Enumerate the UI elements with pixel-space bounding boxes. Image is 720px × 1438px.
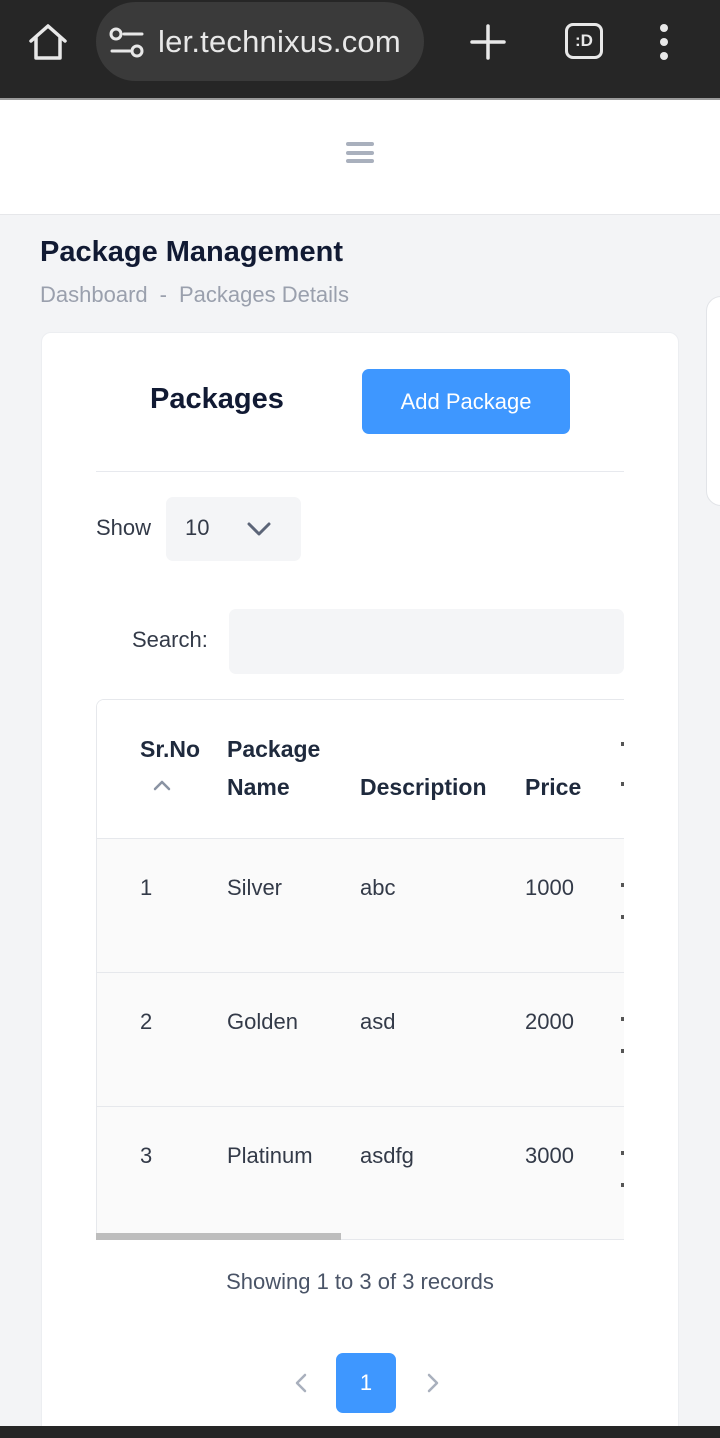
cell-package-name: Platinum xyxy=(227,1143,313,1168)
show-label: Show xyxy=(96,515,152,540)
cell-price: 3000 xyxy=(525,1143,574,1168)
breadcrumb-current: Packages Details xyxy=(178,282,349,307)
pagination-page-1[interactable]: 1 xyxy=(336,1353,396,1413)
column-header-price[interactable]: Price xyxy=(525,768,581,806)
cell-srno: 2 xyxy=(140,1009,153,1034)
table-row[interactable]: 3 Platinum asdfg 3000 xyxy=(97,1107,624,1239)
page-length-select[interactable]: 10 xyxy=(166,497,301,561)
card-title: Packages xyxy=(150,383,284,415)
table-row[interactable]: 1 Silver abc 1000 xyxy=(97,839,624,973)
cell-srno: 3 xyxy=(140,1143,153,1168)
search-input[interactable] xyxy=(229,609,624,674)
column-header-srno-label: Sr.No xyxy=(140,736,201,762)
packages-table: Sr.No Package Name Description Price 1 S… xyxy=(96,699,624,1240)
column-header-package-name[interactable]: Package Name xyxy=(227,730,320,806)
breadcrumb-separator: - xyxy=(159,282,167,307)
clipped-column-fragment xyxy=(621,782,624,786)
add-package-button[interactable]: Add Package xyxy=(362,369,570,434)
cell-price: 2000 xyxy=(525,1009,574,1034)
clipped-column-fragment xyxy=(621,1183,624,1187)
breadcrumb: Dashboard - Packages Details xyxy=(40,282,349,308)
clipped-column-fragment xyxy=(621,1017,624,1021)
side-panel-edge[interactable] xyxy=(706,296,720,506)
clipped-column-fragment xyxy=(621,883,624,887)
tune-icon[interactable] xyxy=(108,26,146,60)
records-info: Showing 1 to 3 of 3 records xyxy=(226,1269,494,1294)
chevron-right-icon[interactable] xyxy=(420,1353,446,1413)
cell-package-name: Golden xyxy=(227,1009,298,1034)
cell-srno: 1 xyxy=(140,875,153,900)
browser-toolbar: ler.technixus.com :D xyxy=(0,0,720,98)
page-length-value: 10 xyxy=(185,515,210,540)
more-vert-icon[interactable] xyxy=(652,22,676,62)
search-label: Search: xyxy=(132,627,208,652)
address-bar[interactable]: ler.technixus.com xyxy=(96,2,424,81)
page-title: Package Management xyxy=(40,236,344,268)
app-header xyxy=(0,100,720,215)
sort-asc-icon[interactable] xyxy=(152,778,172,792)
cell-description: asd xyxy=(360,1009,396,1034)
url-text[interactable]: ler.technixus.com xyxy=(158,24,401,60)
cell-package-name: Silver xyxy=(227,875,283,900)
chevron-left-icon[interactable] xyxy=(288,1353,314,1413)
column-header-package-name-line1: Package xyxy=(227,736,321,762)
table-row[interactable]: 2 Golden asd 2000 xyxy=(97,973,624,1107)
cell-price: 1000 xyxy=(525,875,574,900)
column-header-srno[interactable]: Sr.No xyxy=(140,730,200,768)
clipped-column-fragment xyxy=(621,1151,624,1155)
tab-switcher-button[interactable]: :D xyxy=(565,23,603,59)
hamburger-icon[interactable] xyxy=(346,142,374,168)
cell-description: asdfg xyxy=(360,1143,414,1168)
column-header-package-name-line2: Name xyxy=(227,774,290,800)
clipped-column-fragment xyxy=(621,915,624,919)
home-icon[interactable] xyxy=(26,22,70,62)
table-header: Sr.No Package Name Description Price xyxy=(97,700,624,839)
clipped-column-fragment xyxy=(621,742,624,746)
breadcrumb-dashboard[interactable]: Dashboard xyxy=(40,282,148,307)
column-header-description[interactable]: Description xyxy=(360,768,487,806)
cell-description: abc xyxy=(360,875,396,900)
plus-icon[interactable] xyxy=(468,22,508,62)
system-navigation-bar xyxy=(0,1426,720,1438)
chevron-down-icon xyxy=(247,522,271,536)
clipped-column-fragment xyxy=(621,1049,624,1053)
card-divider xyxy=(96,471,624,472)
table-horizontal-scrollbar[interactable] xyxy=(96,1233,341,1240)
